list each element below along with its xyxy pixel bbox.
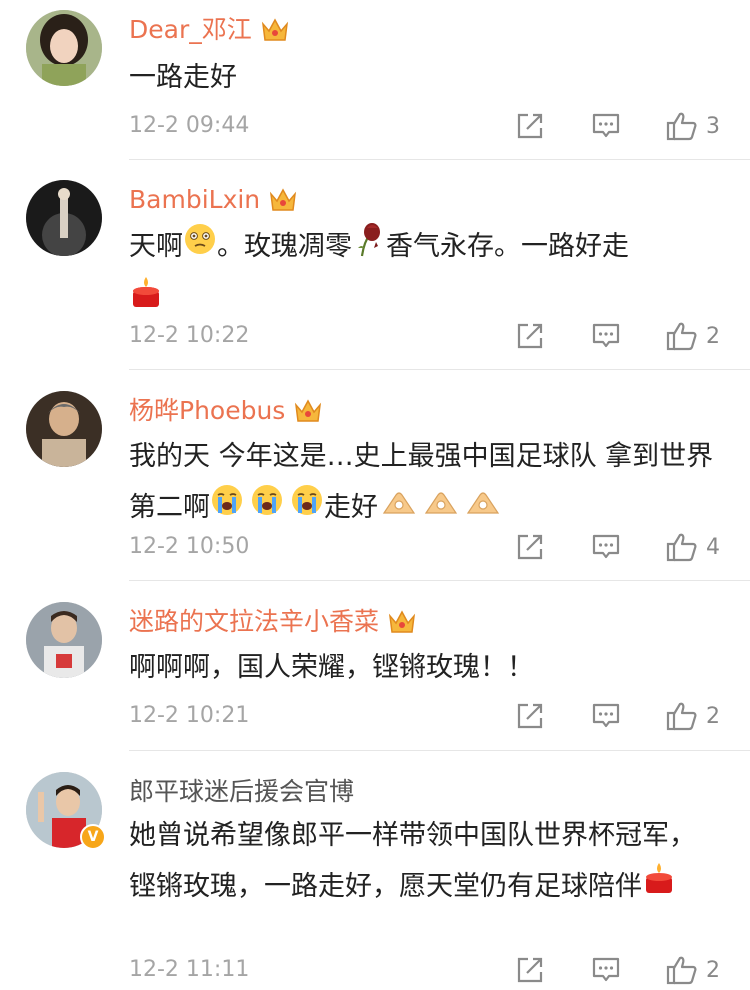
comment-text: 她曾说希望像郎平一样带领中国队世界杯冠军，铿锵玫瑰，一路走好，愿天堂仍有足球陪伴	[129, 810, 709, 914]
comment-icon	[592, 957, 620, 982]
comment-time: 12-2 11:11	[129, 957, 250, 982]
comment-item: 杨晔Phoebus 我的天 今年这是…史上最强中国足球队 拿到世界第二啊 走好 1…	[0, 381, 750, 581]
username[interactable]: Dear_邓江	[129, 10, 290, 50]
like-button[interactable]: 3	[666, 106, 720, 146]
thumbs-up-icon	[666, 956, 697, 985]
comment-button[interactable]	[591, 527, 621, 567]
comment-time: 12-2 09:44	[129, 113, 250, 138]
share-button[interactable]	[515, 316, 545, 356]
like-count: 3	[706, 113, 720, 139]
crown-icon	[388, 610, 416, 633]
like-count: 2	[706, 703, 720, 729]
username[interactable]: 郎平球迷后援会官博	[129, 772, 354, 812]
dizzy-face-emoji	[183, 222, 217, 273]
thumbs-up-icon	[666, 112, 697, 141]
comment-time: 12-2 10:21	[129, 703, 250, 728]
avatar[interactable]	[26, 602, 102, 678]
crown-icon	[261, 18, 288, 41]
avatar[interactable]	[26, 391, 102, 467]
comment-button[interactable]	[591, 950, 621, 990]
comment-button[interactable]	[591, 106, 621, 146]
wilted-rose-emoji	[352, 220, 386, 275]
like-button[interactable]: 2	[666, 696, 720, 736]
loudly-crying-emoji	[250, 483, 284, 534]
divider	[129, 369, 750, 370]
like-button[interactable]: 4	[666, 527, 720, 567]
like-count: 4	[706, 534, 720, 560]
comment-text: 一路走好	[129, 62, 237, 93]
crown-icon	[295, 399, 322, 422]
comment-text: 啊啊啊，国人荣耀，铿锵玫瑰！！	[129, 652, 534, 683]
divider	[129, 580, 750, 581]
comment-time: 12-2 10:50	[129, 534, 250, 559]
username[interactable]: BambiLxin	[129, 180, 298, 220]
crown-icon	[270, 188, 297, 211]
username[interactable]: 杨晔Phoebus	[129, 391, 323, 431]
share-button[interactable]	[515, 696, 545, 736]
divider	[129, 159, 750, 160]
candle-emoji	[642, 861, 676, 914]
ok-hand-emoji	[382, 483, 416, 534]
comment-item: Dear_邓江 一路走好 12-2 09:44 3	[0, 0, 750, 160]
loudly-crying-emoji	[290, 483, 324, 534]
ok-hand-emoji	[424, 483, 458, 534]
share-icon	[517, 703, 543, 729]
comment-text: 我的天 今年这是…史上最强中国足球队 拿到世界第二啊 走好	[129, 431, 729, 534]
verified-badge: V	[80, 824, 106, 850]
share-button[interactable]	[515, 106, 545, 146]
share-button[interactable]	[515, 950, 545, 990]
share-icon	[517, 323, 543, 349]
comment-button[interactable]	[591, 316, 621, 356]
comment-icon	[592, 323, 620, 348]
comment-icon	[592, 534, 620, 559]
avatar[interactable]	[26, 10, 102, 86]
comment-time: 12-2 10:22	[129, 323, 250, 348]
like-count: 2	[706, 323, 720, 349]
comment-item: 迷路的文拉法辛小香菜 啊啊啊，国人荣耀，铿锵玫瑰！！ 12-2 10:21 2	[0, 592, 750, 752]
like-button[interactable]: 2	[666, 316, 720, 356]
thumbs-up-icon	[666, 533, 697, 562]
share-button[interactable]	[515, 527, 545, 567]
like-button[interactable]: 2	[666, 950, 720, 990]
share-icon	[517, 113, 543, 139]
comment-item: V 郎平球迷后援会官博 她曾说希望像郎平一样带领中国队世界杯冠军，铿锵玫瑰，一路…	[0, 762, 750, 989]
avatar[interactable]	[26, 180, 102, 256]
share-icon	[517, 534, 543, 560]
thumbs-up-icon	[666, 702, 697, 731]
ok-hand-emoji	[466, 483, 500, 534]
comment-icon	[592, 113, 620, 138]
like-count: 2	[706, 957, 720, 983]
comment-text: 天啊 。玫瑰凋零 香气永存。一路好走	[129, 220, 729, 328]
comment-icon	[592, 703, 620, 728]
comment-button[interactable]	[591, 696, 621, 736]
comment-item: BambiLxin 天啊 。玫瑰凋零 香气永存。一路好走 12-2 10:22 2	[0, 170, 750, 370]
share-icon	[517, 957, 543, 983]
username[interactable]: 迷路的文拉法辛小香菜	[129, 602, 417, 642]
divider	[129, 750, 750, 751]
thumbs-up-icon	[666, 322, 697, 351]
